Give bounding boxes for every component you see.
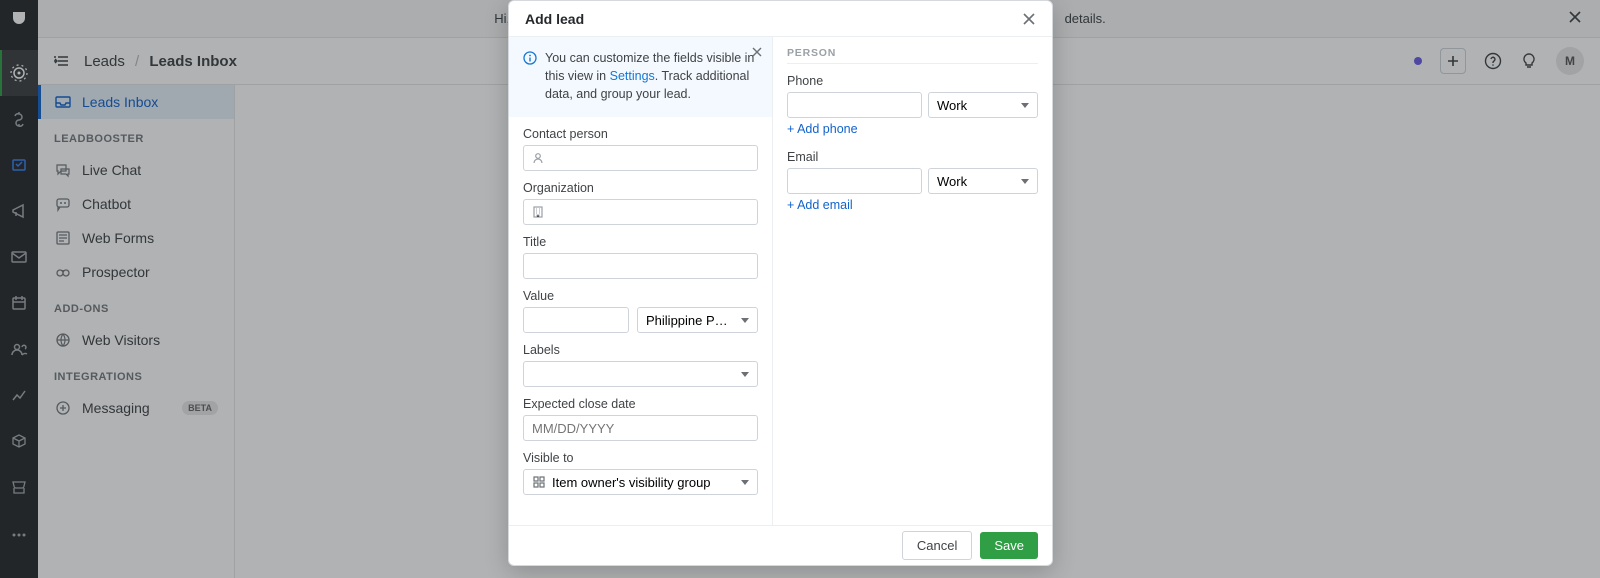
add-email-link[interactable]: + Add email	[787, 198, 853, 212]
currency-value: Philippine Pe…	[646, 313, 728, 328]
modal-title: Add lead	[525, 11, 584, 27]
contact-person-input[interactable]	[523, 145, 758, 171]
label-organization: Organization	[523, 181, 758, 195]
modal-footer: Cancel Save	[509, 525, 1052, 565]
email-input[interactable]	[787, 168, 922, 194]
add-phone-link[interactable]: + Add phone	[787, 122, 858, 136]
building-icon	[531, 205, 545, 219]
chevron-down-icon	[1021, 103, 1029, 108]
save-button[interactable]: Save	[980, 532, 1038, 559]
label-phone: Phone	[787, 74, 1038, 88]
info-callout: You can customize the fields visible in …	[509, 37, 772, 117]
label-email: Email	[787, 150, 1038, 164]
add-lead-modal: Add lead You can customize the fields vi…	[508, 0, 1053, 566]
chevron-down-icon	[741, 372, 749, 377]
chevron-down-icon	[741, 318, 749, 323]
label-value: Value	[523, 289, 758, 303]
person-legend: PERSON	[787, 47, 1038, 64]
title-input[interactable]	[523, 253, 758, 279]
phone-input[interactable]	[787, 92, 922, 118]
organization-input[interactable]	[523, 199, 758, 225]
modal-header: Add lead	[509, 1, 1052, 37]
group-icon	[532, 475, 546, 489]
visible-to-value: Item owner's visibility group	[552, 475, 711, 490]
value-input[interactable]	[523, 307, 629, 333]
label-title: Title	[523, 235, 758, 249]
labels-select[interactable]	[523, 361, 758, 387]
chevron-down-icon	[741, 480, 749, 485]
label-visible-to: Visible to	[523, 451, 758, 465]
settings-link[interactable]: Settings	[610, 69, 655, 83]
label-labels: Labels	[523, 343, 758, 357]
label-contact-person: Contact person	[523, 127, 758, 141]
visible-to-select[interactable]: Item owner's visibility group	[523, 469, 758, 495]
email-type-select[interactable]: Work	[928, 168, 1038, 194]
email-type-value: Work	[937, 174, 967, 189]
phone-type-value: Work	[937, 98, 967, 113]
info-close-icon[interactable]	[752, 47, 762, 57]
phone-type-select[interactable]: Work	[928, 92, 1038, 118]
currency-select[interactable]: Philippine Pe…	[637, 307, 758, 333]
label-expected-close: Expected close date	[523, 397, 758, 411]
person-icon	[531, 151, 545, 165]
modal-close-icon[interactable]	[1022, 12, 1036, 26]
info-icon	[523, 51, 537, 65]
expected-close-input[interactable]	[523, 415, 758, 441]
chevron-down-icon	[1021, 179, 1029, 184]
cancel-button[interactable]: Cancel	[902, 531, 972, 560]
